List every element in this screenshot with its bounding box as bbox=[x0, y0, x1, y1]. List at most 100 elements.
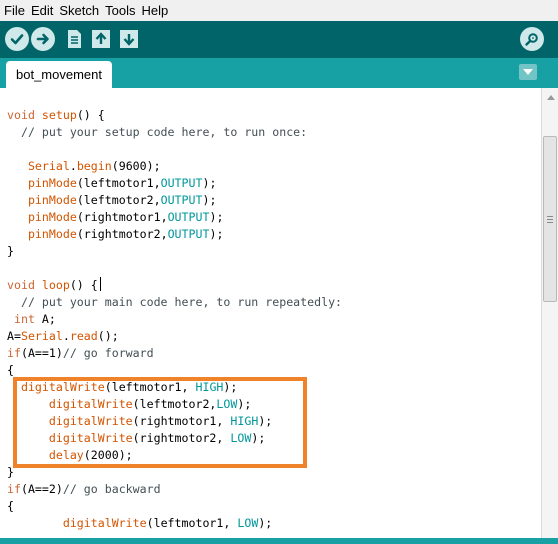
code-line: void loop() { bbox=[7, 277, 101, 294]
code-token: (A==2) bbox=[20, 482, 63, 496]
scroll-up-arrow[interactable] bbox=[542, 90, 558, 104]
code-line: void setup() { bbox=[7, 107, 105, 124]
tab-strip: bot_movement bbox=[0, 58, 558, 88]
menu-tools[interactable]: Tools bbox=[105, 3, 138, 18]
code-token: (rightmotor2, bbox=[76, 227, 168, 241]
code-token: void bbox=[7, 108, 35, 122]
code-line: } bbox=[7, 244, 14, 258]
code-token: digitalWrite bbox=[48, 414, 133, 428]
code-token: ); bbox=[251, 431, 266, 445]
code-token: LOW bbox=[216, 397, 238, 411]
code-line: { bbox=[7, 363, 14, 377]
code-token: HIGH bbox=[195, 380, 224, 394]
code-line: digitalWrite(rightmotor2, LOW); bbox=[7, 430, 265, 447]
code-token: (rightmotor1, bbox=[132, 414, 231, 428]
triangle-up-icon bbox=[546, 94, 555, 100]
code-token: if bbox=[7, 346, 21, 360]
code-token: digitalWrite bbox=[48, 431, 133, 445]
code-token: (leftmotor1, bbox=[146, 516, 238, 530]
code-token: int bbox=[13, 312, 35, 326]
code-token: // go backward bbox=[62, 482, 161, 496]
code-token: () { bbox=[69, 278, 98, 292]
toolbar bbox=[0, 21, 558, 58]
code-token: delay bbox=[48, 448, 84, 462]
document-icon bbox=[68, 30, 81, 48]
code-token: A; bbox=[34, 312, 56, 326]
open-button[interactable] bbox=[89, 27, 113, 51]
code-token: loop bbox=[41, 278, 70, 292]
arrow-up-icon bbox=[92, 30, 110, 48]
code-token: digitalWrite bbox=[48, 397, 133, 411]
code-line: // put your main code here, to run repea… bbox=[7, 295, 343, 309]
code-token: pinMode bbox=[27, 176, 77, 190]
code-token: // go forward bbox=[62, 346, 154, 360]
code-token: ); bbox=[202, 193, 217, 207]
upload-button[interactable] bbox=[31, 27, 55, 51]
code-line: delay(2000); bbox=[7, 447, 133, 464]
code-token: ); bbox=[223, 380, 238, 394]
code-token: OUTPUT bbox=[160, 176, 203, 190]
code-token: . bbox=[62, 329, 70, 343]
menu-help[interactable]: Help bbox=[141, 3, 171, 18]
code-token: pinMode bbox=[27, 227, 77, 241]
arrow-right-icon bbox=[36, 33, 49, 45]
code-line: if(A==1)// go forward bbox=[7, 345, 154, 362]
text-cursor bbox=[99, 277, 101, 291]
menu-bar: File Edit Sketch Tools Help bbox=[0, 0, 558, 21]
code-editor[interactable]: void setup() { // put your setup code he… bbox=[0, 88, 541, 538]
code-token: (leftmotor2, bbox=[76, 193, 161, 207]
code-token: (A==1) bbox=[20, 346, 63, 360]
code-token: (rightmotor1, bbox=[76, 210, 168, 224]
code-token: A= bbox=[7, 329, 21, 343]
grip-icon bbox=[547, 215, 553, 223]
vertical-scrollbar[interactable] bbox=[541, 88, 558, 538]
menu-sketch[interactable]: Sketch bbox=[59, 3, 102, 18]
magnifier-icon bbox=[525, 33, 538, 46]
menu-edit[interactable]: Edit bbox=[31, 3, 56, 18]
code-line: { bbox=[7, 499, 14, 513]
save-button[interactable] bbox=[117, 27, 141, 51]
code-token: ); bbox=[258, 414, 273, 428]
code-token: HIGH bbox=[230, 414, 259, 428]
code-line: digitalWrite(leftmotor1, HIGH); bbox=[7, 379, 237, 396]
code-token: digitalWrite bbox=[20, 380, 105, 394]
code-token: (rightmotor2, bbox=[132, 431, 231, 445]
code-token: Serial bbox=[20, 329, 63, 343]
code-line: } bbox=[7, 465, 14, 479]
code-token: ); bbox=[237, 397, 252, 411]
code-token: LOW bbox=[237, 516, 259, 530]
code-line: Serial.begin(9600); bbox=[7, 158, 161, 175]
code-token: (9600); bbox=[111, 159, 161, 173]
code-token: digitalWrite bbox=[62, 516, 147, 530]
code-token: (leftmotor1, bbox=[76, 176, 161, 190]
code-line: digitalWrite(rightmotor1, HIGH); bbox=[7, 413, 272, 430]
code-token: read bbox=[69, 329, 98, 343]
checkmark-icon bbox=[10, 34, 24, 45]
code-line: digitalWrite(leftmotor2,LOW); bbox=[7, 396, 251, 413]
code-line: digitalWrite(leftmotor1, LOW); bbox=[7, 515, 272, 532]
code-line: pinMode(leftmotor2,OUTPUT); bbox=[7, 192, 217, 209]
code-token: void bbox=[7, 278, 35, 292]
tab-bot-movement[interactable]: bot_movement bbox=[6, 61, 112, 88]
code-line: pinMode(rightmotor1,OUTPUT); bbox=[7, 209, 223, 226]
code-line: // put your setup code here, to run once… bbox=[7, 125, 308, 139]
code-token: () { bbox=[76, 108, 105, 122]
code-token: OUTPUT bbox=[167, 227, 210, 241]
scroll-thumb[interactable] bbox=[543, 136, 557, 302]
new-button[interactable] bbox=[62, 27, 86, 51]
menu-file[interactable]: File bbox=[4, 3, 28, 18]
serial-monitor-button[interactable] bbox=[520, 27, 544, 51]
tab-menu-button[interactable] bbox=[519, 64, 537, 80]
verify-button[interactable] bbox=[5, 27, 29, 51]
code-line: int A; bbox=[7, 311, 56, 328]
